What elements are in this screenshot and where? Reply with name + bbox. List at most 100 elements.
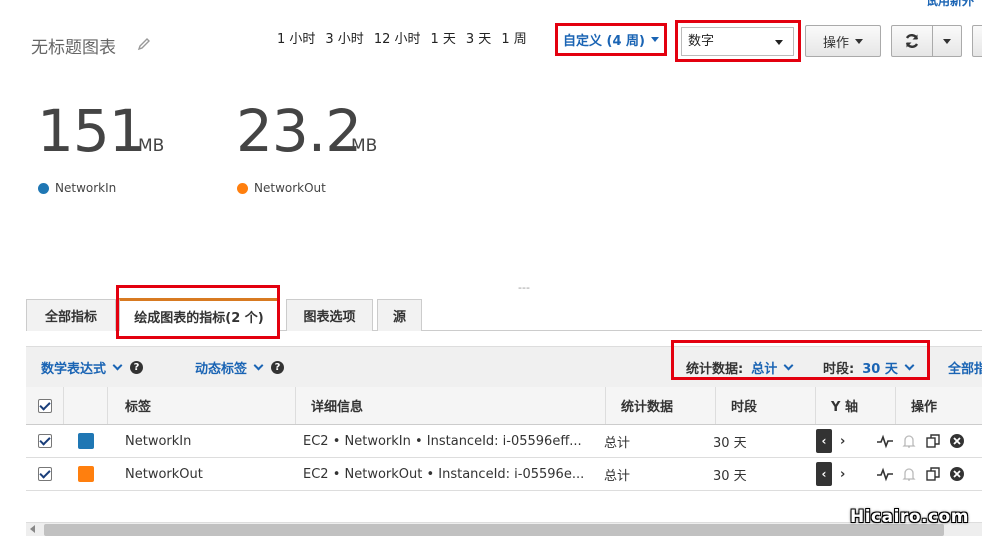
color-swatch[interactable] bbox=[78, 433, 94, 449]
more-button[interactable] bbox=[972, 25, 982, 57]
chevron-down-icon bbox=[783, 360, 794, 371]
networkout-legend-dot bbox=[237, 183, 248, 194]
period-value: 30 天 bbox=[862, 362, 898, 377]
watermark: Hicairo.com bbox=[850, 507, 969, 527]
row-period[interactable]: 30 天 bbox=[713, 458, 803, 490]
caret-down-icon bbox=[943, 38, 951, 44]
try-new-link[interactable]: 试用新外 bbox=[926, 0, 974, 9]
copy-icon[interactable] bbox=[924, 433, 942, 449]
dynamic-labels-label: 动态标签 bbox=[195, 362, 248, 377]
networkout-unit: MB bbox=[351, 136, 378, 156]
y-axis-right-button[interactable]: › bbox=[840, 467, 854, 482]
actions-button[interactable]: 操作 bbox=[805, 25, 881, 57]
range-12h[interactable]: 12 小时 bbox=[369, 31, 426, 49]
scrollbar-thumb[interactable] bbox=[44, 524, 944, 536]
range-3h[interactable]: 3 小时 bbox=[320, 31, 368, 49]
tab-all-metrics[interactable]: 全部指标 bbox=[26, 299, 116, 331]
resize-handle[interactable]: --- bbox=[518, 281, 530, 294]
range-3d[interactable]: 3 天 bbox=[461, 31, 496, 49]
scroll-left-icon[interactable] bbox=[30, 525, 35, 533]
tab-graphed-metrics[interactable]: 绘成图表的指标(2 个) bbox=[119, 298, 279, 331]
help-icon[interactable]: ? bbox=[271, 361, 285, 374]
y-axis-toggle: ‹ › bbox=[816, 458, 876, 490]
period-dropdown[interactable]: 时段: 30 天 bbox=[823, 358, 915, 377]
y-axis-left-button[interactable]: ‹ bbox=[816, 429, 832, 453]
view-select-highlight: 数字 bbox=[675, 20, 801, 62]
graphed-metrics-table: 标签 详细信息 统计数据 时段 Y 轴 操作 NetworkIn EC2 • N… bbox=[26, 387, 982, 491]
all-link[interactable]: 全部指 bbox=[948, 358, 982, 377]
select-all-checkbox[interactable] bbox=[37, 398, 52, 413]
range-1h[interactable]: 1 小时 bbox=[272, 31, 320, 49]
column-period[interactable]: 时段 bbox=[716, 387, 816, 424]
statistic-value: 总计 bbox=[751, 362, 778, 377]
chevron-down-icon bbox=[112, 360, 123, 371]
row-checkbox[interactable] bbox=[38, 434, 52, 448]
view-type-select[interactable]: 数字 bbox=[681, 27, 794, 56]
statistic-dropdown[interactable]: 统计数据: 总计 bbox=[686, 358, 794, 377]
row-statistic[interactable]: 总计 bbox=[604, 425, 704, 457]
row-period[interactable]: 30 天 bbox=[713, 425, 803, 457]
row-actions bbox=[876, 425, 982, 457]
graph-metric-icon[interactable] bbox=[876, 466, 894, 482]
row-select-cell bbox=[26, 458, 64, 490]
bell-icon[interactable] bbox=[900, 466, 918, 482]
select-all-cell bbox=[26, 387, 64, 424]
row-statistic[interactable]: 总计 bbox=[604, 458, 704, 490]
copy-icon[interactable] bbox=[924, 466, 942, 482]
caret-down-icon bbox=[855, 38, 863, 44]
remove-icon[interactable] bbox=[948, 466, 966, 482]
column-label[interactable]: 标签 bbox=[108, 387, 296, 424]
color-swatch[interactable] bbox=[78, 466, 94, 482]
column-y-axis[interactable]: Y 轴 bbox=[816, 387, 896, 424]
y-axis-toggle: ‹ › bbox=[816, 425, 876, 457]
time-range-options: 1 小时 3 小时 12 小时 1 天 3 天 1 周 bbox=[272, 31, 532, 49]
row-select-cell bbox=[26, 425, 64, 457]
row-label[interactable]: NetworkIn bbox=[125, 425, 295, 457]
remove-icon[interactable] bbox=[948, 433, 966, 449]
actions-button-label: 操作 bbox=[822, 35, 849, 51]
chevron-down-icon bbox=[904, 360, 915, 371]
bell-icon[interactable] bbox=[900, 433, 918, 449]
period-label: 时段: bbox=[823, 362, 855, 377]
custom-range-dropdown[interactable]: 自定义 (4 周) bbox=[555, 23, 667, 56]
color-header bbox=[64, 387, 108, 424]
y-axis-left-button[interactable]: ‹ bbox=[816, 462, 832, 486]
column-details[interactable]: 详细信息 bbox=[296, 387, 606, 424]
table-row: NetworkOut EC2 • NetworkOut • InstanceId… bbox=[26, 458, 982, 491]
networkin-legend-label: NetworkIn bbox=[55, 181, 117, 195]
refresh-button[interactable] bbox=[891, 25, 933, 57]
y-axis-right-button[interactable]: › bbox=[840, 434, 854, 449]
row-checkbox[interactable] bbox=[38, 467, 52, 481]
caret-down-icon bbox=[775, 40, 783, 45]
column-statistic[interactable]: 统计数据 bbox=[606, 387, 716, 424]
row-actions bbox=[876, 458, 982, 490]
color-cell bbox=[78, 458, 108, 490]
help-icon[interactable]: ? bbox=[130, 361, 144, 374]
dynamic-labels-dropdown[interactable]: 动态标签 ? bbox=[195, 358, 285, 377]
column-actions: 操作 bbox=[911, 400, 938, 415]
range-1w[interactable]: 1 周 bbox=[496, 31, 531, 49]
networkin-legend-dot bbox=[38, 183, 49, 194]
row-label[interactable]: NetworkOut bbox=[125, 458, 295, 490]
math-expression-label: 数学表达式 bbox=[41, 362, 107, 377]
networkin-value: 151 bbox=[37, 97, 146, 165]
custom-range-label: 自定义 (4 周) bbox=[563, 34, 645, 49]
networkout-legend-label: NetworkOut bbox=[254, 181, 326, 195]
color-cell bbox=[78, 425, 108, 457]
chevron-down-icon bbox=[253, 360, 264, 371]
table-header-row: 标签 详细信息 统计数据 时段 Y 轴 操作 bbox=[26, 387, 982, 425]
tab-graph-options[interactable]: 图表选项 bbox=[286, 299, 373, 331]
math-expression-dropdown[interactable]: 数学表达式 ? bbox=[41, 358, 144, 377]
page-title: 无标题图表 bbox=[31, 38, 116, 58]
range-1d[interactable]: 1 天 bbox=[426, 31, 461, 49]
row-details: EC2 • NetworkOut • InstanceId: i-05596e.… bbox=[303, 466, 583, 482]
graph-metric-icon[interactable] bbox=[876, 433, 894, 449]
networkout-value: 23.2 bbox=[236, 97, 362, 165]
statistic-label: 统计数据: bbox=[686, 362, 744, 377]
networkin-unit: MB bbox=[138, 136, 165, 156]
tab-source[interactable]: 源 bbox=[377, 299, 422, 331]
pencil-icon[interactable] bbox=[137, 37, 151, 51]
refresh-icon bbox=[905, 34, 919, 48]
table-row: NetworkIn EC2 • NetworkIn • InstanceId: … bbox=[26, 425, 982, 458]
refresh-options-button[interactable] bbox=[932, 25, 962, 57]
